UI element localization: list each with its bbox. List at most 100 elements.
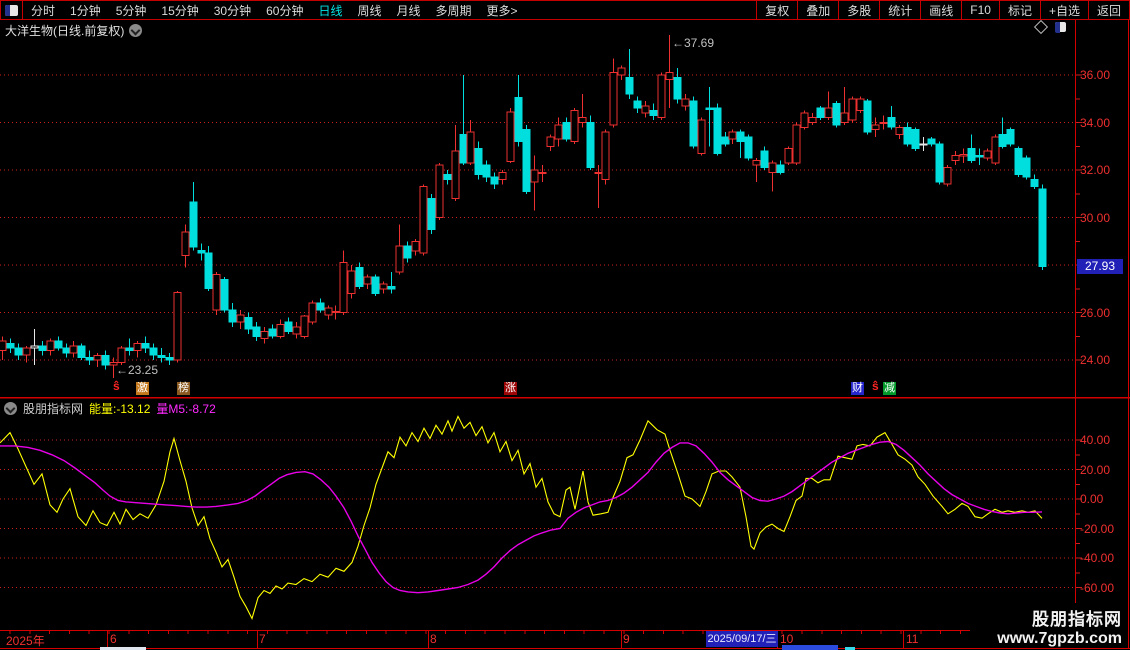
indicator-header: 股朋指标网 能量:-13.12 量M5:-8.72 [4, 400, 216, 417]
candle-body [601, 131, 610, 180]
candle-body [522, 129, 531, 192]
candle-body [133, 342, 142, 351]
toolbar-actions: 复权 叠加 多股 统计 画线 F10 标记 +自选 返回 [756, 1, 1129, 19]
diamond-icon[interactable] [1033, 19, 1049, 35]
price-axis-label: 34.00 [1080, 115, 1111, 130]
candle-body [514, 97, 523, 142]
period-tab-5[interactable]: 60分钟 [266, 2, 303, 19]
candle-body [784, 148, 793, 164]
candle-body [1014, 148, 1023, 176]
period-tab-3[interactable]: 15分钟 [161, 2, 198, 19]
candle-body [768, 162, 777, 173]
candle-body [824, 107, 833, 119]
candle-body [38, 345, 47, 352]
candle-body [705, 107, 714, 110]
period-tab-10[interactable]: 更多> [487, 2, 518, 19]
stock-title: 大洋生物(日线.前复权) [5, 24, 125, 38]
candle-body [562, 122, 571, 140]
candle-body [911, 129, 920, 150]
candle-body [292, 326, 301, 335]
toolbar-button-2[interactable]: 多股 [838, 1, 879, 19]
candle-body [1006, 129, 1015, 145]
candle-body [586, 122, 595, 169]
candle-body [538, 171, 547, 174]
layout-split-button[interactable] [1, 1, 23, 19]
toolbar-button-5[interactable]: F10 [961, 1, 999, 19]
period-tab-0[interactable]: 分时 [31, 2, 55, 19]
window-split-icon[interactable] [1055, 22, 1066, 33]
price-axis-label: 36.00 [1080, 68, 1111, 82]
toolbar-button-0[interactable]: 复权 [756, 1, 797, 19]
period-tab-6[interactable]: 日线 [318, 2, 342, 19]
indicator-source-label: 股朋指标网 [23, 402, 84, 416]
candle-body [181, 231, 190, 257]
toolbar-button-1[interactable]: 叠加 [797, 1, 838, 19]
price-annotation: ←23.25 [116, 363, 159, 377]
candle-body [228, 309, 237, 323]
candle-body [244, 316, 253, 330]
candle-body [490, 176, 499, 185]
chevron-down-circle-icon[interactable] [4, 402, 17, 415]
candle-body [1038, 188, 1047, 268]
candle-body [93, 354, 102, 361]
candle-body [236, 314, 245, 323]
candle-body [927, 138, 936, 145]
candle-body [792, 124, 801, 164]
period-tab-7[interactable]: 周线 [357, 2, 381, 19]
candle-body [54, 340, 63, 349]
toolbar-button-7[interactable]: +自选 [1039, 1, 1088, 19]
candle-body [697, 119, 706, 154]
price-axis-label: 30.00 [1080, 210, 1111, 225]
period-tab-1[interactable]: 1分钟 [70, 2, 101, 19]
watermark-site-name: 股朋指标网 [1032, 610, 1122, 629]
candle-body [101, 354, 110, 366]
candle-body [395, 245, 404, 273]
candle-body [816, 107, 825, 119]
candle-body [887, 117, 896, 128]
candle-body [776, 164, 785, 173]
candle-body [149, 347, 158, 356]
candle-body [363, 276, 372, 285]
period-tab-8[interactable]: 月线 [397, 2, 421, 19]
indicator-axis-label: -40.00 [1080, 551, 1115, 565]
candle-body [736, 131, 745, 142]
candle-body [570, 110, 579, 142]
x-axis-month-label: 7 [259, 632, 266, 646]
candle-body [141, 342, 150, 349]
candle-body [252, 326, 261, 337]
period-tab-9[interactable]: 多周期 [436, 2, 472, 19]
chevron-down-circle-icon[interactable] [129, 24, 143, 37]
candle-body [0, 340, 7, 351]
x-axis-month-label: 10 [780, 632, 794, 646]
toolbar-button-3[interactable]: 统计 [879, 1, 920, 19]
candle-body [840, 112, 849, 123]
toolbar-button-4[interactable]: 画线 [920, 1, 961, 19]
candle-body [419, 186, 428, 254]
candle-body [308, 302, 317, 323]
period-tab-4[interactable]: 30分钟 [214, 2, 251, 19]
candle-body [800, 112, 809, 128]
candle-body [998, 133, 1007, 147]
candle-body [300, 315, 309, 337]
candle-body [212, 274, 221, 311]
candle-body [903, 126, 912, 145]
trading-app-window: 分时 1分钟 5分钟 15分钟 30分钟 60分钟 日线 周线 月线 多周期 更多> 复权 叠加 多股统… [0, 0, 1130, 650]
period-tabs: 分时 1分钟 5分钟 15分钟 30分钟 60分钟 日线 周线 月线 多周期 更多> [23, 2, 518, 19]
candle-body [284, 321, 293, 332]
candle-body [760, 150, 769, 169]
candle-body [157, 354, 166, 359]
price-annotation: ←37.69 [672, 36, 715, 50]
candle-body [919, 143, 928, 146]
period-tab-2[interactable]: 5分钟 [116, 2, 147, 19]
x-axis-month-label: 6 [110, 632, 117, 646]
candle-body [657, 74, 666, 119]
candle-body [530, 169, 539, 183]
candle-body [85, 357, 94, 361]
toolbar-button-6[interactable]: 标记 [998, 1, 1040, 19]
toolbar-button-8[interactable]: 返回 [1087, 1, 1129, 19]
candle-body [673, 76, 682, 100]
title-right-icons [1033, 19, 1066, 35]
candle-body [173, 291, 182, 361]
indicator-axis-label: -60.00 [1080, 580, 1115, 595]
candle-body [578, 117, 587, 123]
